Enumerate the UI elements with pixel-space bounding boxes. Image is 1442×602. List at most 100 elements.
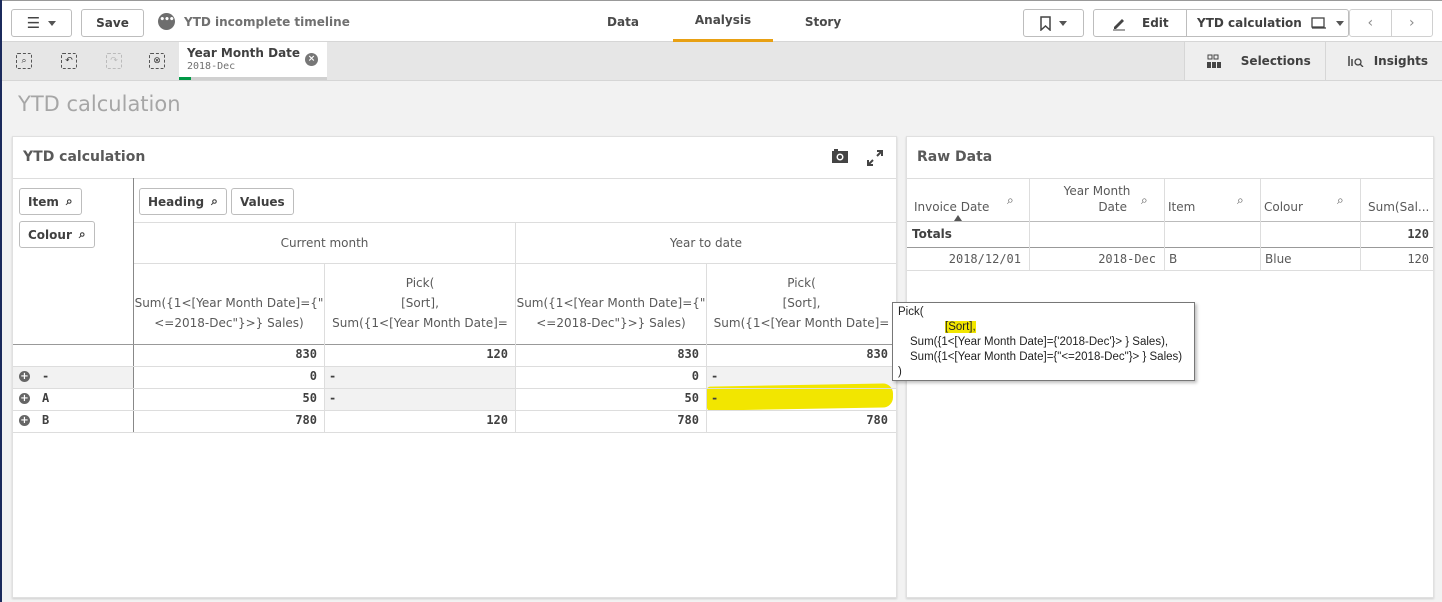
colour-dimension-chip[interactable]: Colour ⌕ — [19, 221, 95, 248]
header-line: <=2018-Dec"}>} Sales) — [536, 316, 686, 330]
group-header-current-month: Current month — [280, 236, 369, 250]
table-row-label[interactable]: + B — [19, 413, 49, 427]
divider — [907, 247, 1433, 248]
search-icon: ⌕ — [78, 227, 86, 241]
previous-sheet-button[interactable]: ‹ — [1350, 10, 1392, 36]
divider — [13, 388, 896, 389]
clear-selection-icon[interactable]: × — [305, 53, 318, 66]
selections-bar: ⌕ ↶ ↷ ⊗ Year Month Date 2018-Dec × Selec… — [2, 42, 1442, 81]
tab-story[interactable]: Story — [787, 1, 859, 42]
edit-button[interactable]: Edit — [1094, 10, 1187, 36]
insights-button[interactable]: Insights — [1324, 42, 1442, 80]
selection-state-bar — [179, 77, 327, 80]
column-header-colour[interactable]: Colour — [1264, 200, 1303, 214]
expand-plus-icon[interactable]: + — [19, 414, 30, 426]
sheet-nav: ‹ › — [1349, 9, 1433, 37]
chevron-down-icon — [1335, 20, 1344, 26]
item-label: Item — [28, 194, 59, 209]
expand-plus-icon[interactable]: + — [19, 370, 30, 382]
column-header-line: Date — [1098, 200, 1127, 214]
expand-plus-icon[interactable]: + — [19, 392, 30, 404]
search-icon[interactable]: ⌕ — [1007, 193, 1014, 208]
header-line: Sum({1<[Year Month Date]={" — [516, 296, 706, 310]
app-title[interactable]: ••• YTD incomplete timeline — [158, 13, 350, 30]
cell-invoice-date: 2018/12/01 — [948, 252, 1021, 266]
pencil-icon — [1113, 19, 1126, 31]
smart-search-icon[interactable]: ⌕ — [16, 53, 32, 69]
header-line — [516, 273, 706, 293]
step-forward-icon[interactable]: ↷ — [106, 53, 122, 69]
step-back-icon[interactable]: ↶ — [61, 53, 77, 69]
selections-icon — [1206, 54, 1221, 68]
edit-label: Edit — [1142, 16, 1169, 30]
group-header-year-to-date: Year to date — [669, 236, 743, 250]
search-icon[interactable]: ⌕ — [1337, 193, 1344, 208]
tooltip-line: Pick( — [898, 306, 924, 318]
tab-analysis[interactable]: Analysis — [673, 1, 773, 42]
heading-dimension-chip[interactable]: Heading ⌕ — [139, 188, 227, 215]
divider — [13, 366, 896, 367]
expression-tooltip: Pick( [Sort], Sum({1<[Year Month Date]={… — [892, 302, 1195, 381]
cell-value: 780 — [295, 413, 317, 427]
null-cell-bg — [324, 367, 515, 411]
cell-value: 780 — [866, 413, 888, 427]
sheet-title: YTD calculation — [18, 92, 181, 116]
cell-sum-sales: 120 — [1407, 252, 1429, 266]
column-header-item[interactable]: Item — [1168, 200, 1195, 214]
tab-data[interactable]: Data — [592, 1, 654, 42]
selection-chip[interactable]: Year Month Date 2018-Dec × — [179, 42, 327, 80]
cell-value: 120 — [486, 413, 508, 427]
divider — [1164, 178, 1165, 270]
divider — [907, 270, 1433, 271]
header-line: Sum({1<[Year Month Date]= — [332, 316, 508, 330]
cell-value: - — [711, 369, 719, 383]
chevron-down-icon — [1059, 20, 1067, 26]
selections-label: Selections — [1240, 54, 1311, 68]
bookmark-icon — [1040, 15, 1051, 31]
bookmark-button[interactable] — [1023, 9, 1084, 37]
highlighted-sort-text: [Sort], — [945, 321, 976, 333]
cell-value: 50 — [302, 391, 317, 405]
values-chip[interactable]: Values — [231, 188, 294, 215]
menu-button[interactable]: ☰ — [11, 9, 72, 37]
tooltip-line: [Sort], — [898, 320, 1189, 335]
sheet-icon — [1311, 17, 1326, 29]
cell-colour: Blue — [1265, 252, 1292, 266]
measure-header: Pick( [Sort], Sum({1<[Year Month Date]= — [707, 273, 896, 333]
sheet-name: YTD calculation — [1197, 16, 1302, 30]
column-header-sum-sales[interactable]: Sum(Sal... — [1368, 200, 1429, 214]
selections-button[interactable]: Selections — [1183, 42, 1325, 80]
item-dimension-chip[interactable]: Item ⌕ — [19, 188, 82, 215]
search-icon: ⌕ — [211, 194, 218, 208]
app-title-text: YTD incomplete timeline — [184, 14, 350, 29]
cell-value: 0 — [309, 369, 317, 383]
cell-value: 780 — [677, 413, 699, 427]
measure-header: Sum({1<[Year Month Date]={" <=2018-Dec"}… — [516, 273, 706, 333]
divider — [1260, 178, 1261, 270]
clear-all-icon[interactable]: ⊗ — [149, 53, 165, 69]
column-header-invoice-date[interactable]: Invoice Date — [914, 200, 989, 214]
header-line: <=2018-Dec"}>} Sales) — [154, 316, 304, 330]
next-sheet-button[interactable]: › — [1392, 10, 1433, 36]
sheet-selector[interactable]: YTD calculation — [1187, 10, 1348, 36]
cell-item: B — [1169, 252, 1178, 266]
edit-group: Edit YTD calculation — [1093, 9, 1349, 37]
cell-value: - — [329, 369, 337, 383]
top-toolbar: ☰ Save ••• YTD incomplete timeline Data … — [2, 0, 1442, 42]
column-header-year-month-date[interactable]: Year Month — [1047, 184, 1147, 198]
search-icon: ⌕ — [65, 194, 73, 208]
panel-actions — [832, 149, 884, 167]
divider — [907, 221, 1433, 222]
expand-icon[interactable] — [866, 149, 884, 167]
save-button[interactable]: Save — [81, 9, 144, 37]
search-icon[interactable]: ⌕ — [1237, 193, 1244, 208]
total-value: 830 — [677, 347, 699, 361]
table-row-label[interactable]: + - — [19, 369, 49, 383]
values-label: Values — [240, 194, 285, 209]
insights-label: Insights — [1373, 54, 1428, 68]
search-icon[interactable]: ⌕ — [1141, 193, 1148, 208]
pivot-table-panel: YTD calculation Item ⌕ Colour ⌕ Heading … — [12, 136, 897, 598]
camera-icon[interactable] — [832, 149, 848, 163]
totals-value: 120 — [1407, 227, 1429, 241]
table-row-label[interactable]: + A — [19, 391, 49, 405]
